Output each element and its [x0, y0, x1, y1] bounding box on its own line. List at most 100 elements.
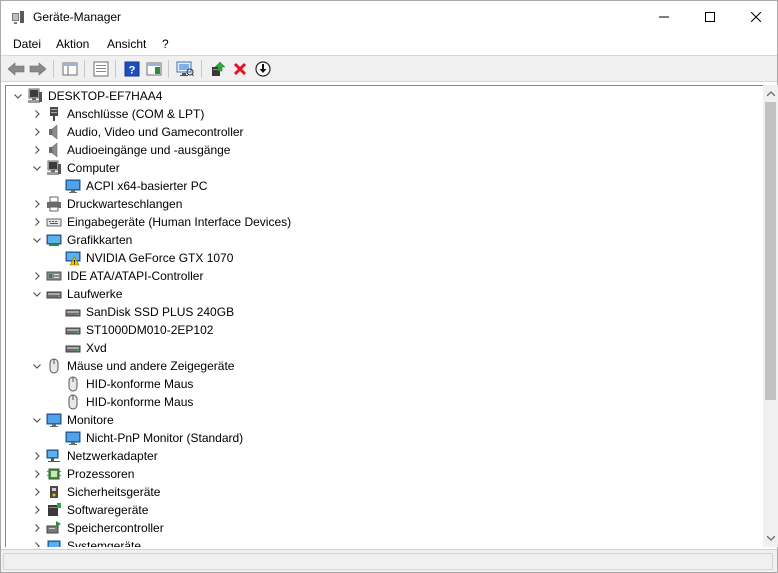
category-druckwarteschlangen[interactable]: Druckwarteschlangen: [6, 195, 763, 213]
mouse-icon: [65, 376, 81, 392]
scroll-thumb[interactable]: [765, 102, 776, 400]
chevron-right-icon[interactable]: [33, 501, 43, 519]
category-m-use-und-andere-zeigeger-te[interactable]: Mäuse und andere Zeigegeräte: [6, 357, 763, 375]
maximize-button[interactable]: [687, 1, 733, 33]
uninstall-device-button[interactable]: [230, 59, 250, 79]
chevron-up-icon: [766, 91, 775, 96]
device-item-sandisk-ssd-plus-240gb[interactable]: SanDisk SSD PLUS 240GB: [6, 303, 763, 321]
title-bar[interactable]: Geräte-Manager: [1, 1, 777, 33]
tree-item-label: NVIDIA GeForce GTX 1070: [86, 251, 234, 265]
chevron-right-icon[interactable]: [33, 123, 43, 141]
action-pane-button[interactable]: [144, 59, 164, 79]
action-pane-icon: [146, 62, 162, 76]
chevron-right-icon[interactable]: [33, 141, 43, 159]
chevron-right-icon[interactable]: [33, 105, 43, 123]
menu-help[interactable]: ?: [162, 37, 169, 51]
chevron-down-icon[interactable]: [33, 231, 43, 249]
vertical-scrollbar[interactable]: [763, 85, 778, 547]
category-ide-ata-atapi-controller[interactable]: IDE ATA/ATAPI-Controller: [6, 267, 763, 285]
category-laufwerke[interactable]: Laufwerke: [6, 285, 763, 303]
device-item-hid-konforme-maus[interactable]: HID-konforme Maus: [6, 393, 763, 411]
close-icon: [751, 12, 761, 22]
mouse-icon: [46, 358, 62, 374]
category-computer[interactable]: Computer: [6, 159, 763, 177]
category-monitore[interactable]: Monitore: [6, 411, 763, 429]
category-sicherheitsger-te[interactable]: Sicherheitsgeräte: [6, 483, 763, 501]
tree-item-label: ST1000DM010-2EP102: [86, 323, 214, 337]
monitor-icon: [65, 178, 81, 194]
category-eingabeger-te-human-interface-devices[interactable]: Eingabegeräte (Human Interface Devices): [6, 213, 763, 231]
tree-item-label: Xvd: [86, 341, 107, 355]
tree-item-label: Netzwerkadapter: [67, 449, 158, 463]
category-speichercontroller[interactable]: Speichercontroller: [6, 519, 763, 537]
category-anschl-sse-com-lpt[interactable]: Anschlüsse (COM & LPT): [6, 105, 763, 123]
device-tree[interactable]: DESKTOP-EF7HAA4 Anschlüsse (COM & LPT) Aud…: [5, 85, 763, 547]
enable-device-button[interactable]: [253, 59, 273, 79]
device-manager-app-icon: [10, 9, 26, 25]
category-audio-video-und-gamecontroller[interactable]: Audio, Video und Gamecontroller: [6, 123, 763, 141]
tree-item-label: ACPI x64-basierter PC: [86, 179, 208, 193]
menu-ansicht[interactable]: Ansicht: [107, 37, 146, 51]
chevron-right-icon[interactable]: [33, 213, 43, 231]
toolbar: ?: [1, 55, 777, 82]
category-softwareger-te[interactable]: Softwaregeräte: [6, 501, 763, 519]
properties-button[interactable]: [91, 59, 111, 79]
device-item-xvd[interactable]: Xvd: [6, 339, 763, 357]
category-audioeing-nge-und-ausg-nge[interactable]: Audioeingänge und -ausgänge: [6, 141, 763, 159]
menu-datei[interactable]: Datei: [13, 37, 41, 51]
chevron-down-icon[interactable]: [14, 87, 24, 105]
close-button[interactable]: [733, 1, 778, 33]
tree-item-label: Softwaregeräte: [67, 503, 149, 517]
device-item-hid-konforme-maus[interactable]: HID-konforme Maus: [6, 375, 763, 393]
scroll-down-button[interactable]: [763, 531, 778, 546]
gpuwarn-icon: [65, 250, 81, 266]
chevron-down-icon[interactable]: [33, 357, 43, 375]
device-item-st1000dm010-2ep102[interactable]: ST1000DM010-2EP102: [6, 321, 763, 339]
category-prozessoren[interactable]: Prozessoren: [6, 465, 763, 483]
tree-root[interactable]: DESKTOP-EF7HAA4: [6, 87, 763, 105]
chevron-right-icon[interactable]: [33, 483, 43, 501]
update-driver-button[interactable]: [208, 59, 228, 79]
tree-item-label: Audio, Video und Gamecontroller: [67, 125, 244, 139]
chevron-down-icon[interactable]: [33, 285, 43, 303]
software-icon: [46, 502, 62, 518]
tree-item-label: Anschlüsse (COM & LPT): [67, 107, 205, 121]
help-button[interactable]: ?: [122, 59, 142, 79]
device-item-nicht-pnp-monitor-standard[interactable]: Nicht-PnP Monitor (Standard): [6, 429, 763, 447]
chevron-down-icon: [766, 536, 775, 541]
device-item-nvidia-geforce-gtx-1070[interactable]: NVIDIA GeForce GTX 1070: [6, 249, 763, 267]
chevron-down-icon[interactable]: [33, 411, 43, 429]
back-button[interactable]: [6, 59, 26, 79]
tree-item-label: Nicht-PnP Monitor (Standard): [86, 431, 244, 445]
category-systemger-te[interactable]: Systemgeräte: [6, 537, 763, 547]
chevron-right-icon[interactable]: [33, 537, 43, 547]
device-item-acpi-x64-basierter-pc[interactable]: ACPI x64-basierter PC: [6, 177, 763, 195]
scroll-up-button[interactable]: [763, 86, 778, 101]
forward-icon: [29, 62, 47, 76]
scan-hardware-button[interactable]: [175, 59, 195, 79]
show-hide-console-tree-icon: [62, 62, 78, 76]
category-grafikkarten[interactable]: Grafikkarten: [6, 231, 763, 249]
tree-item-label: Druckwarteschlangen: [67, 197, 183, 211]
category-netzwerkadapter[interactable]: Netzwerkadapter: [6, 447, 763, 465]
tree-item-label: Eingabegeräte (Human Interface Devices): [67, 215, 292, 229]
chevron-right-icon[interactable]: [33, 465, 43, 483]
tree-item-label: HID-konforme Maus: [86, 377, 194, 391]
properties-icon: [93, 61, 109, 77]
scan-hardware-icon: [176, 61, 194, 77]
minimize-button[interactable]: [641, 1, 687, 33]
forward-button[interactable]: [28, 59, 48, 79]
chevron-down-icon[interactable]: [33, 159, 43, 177]
chevron-right-icon[interactable]: [33, 195, 43, 213]
chevron-right-icon[interactable]: [33, 267, 43, 285]
enable-device-icon: [255, 61, 271, 77]
monitor-icon: [46, 412, 62, 428]
show-hide-console-tree-button[interactable]: [60, 59, 80, 79]
network-icon: [46, 448, 62, 464]
chevron-right-icon[interactable]: [33, 447, 43, 465]
menu-aktion[interactable]: Aktion: [56, 37, 89, 51]
monitor-icon: [65, 430, 81, 446]
tree-item-label: Laufwerke: [67, 287, 123, 301]
gpu-icon: [46, 232, 62, 248]
chevron-right-icon[interactable]: [33, 519, 43, 537]
